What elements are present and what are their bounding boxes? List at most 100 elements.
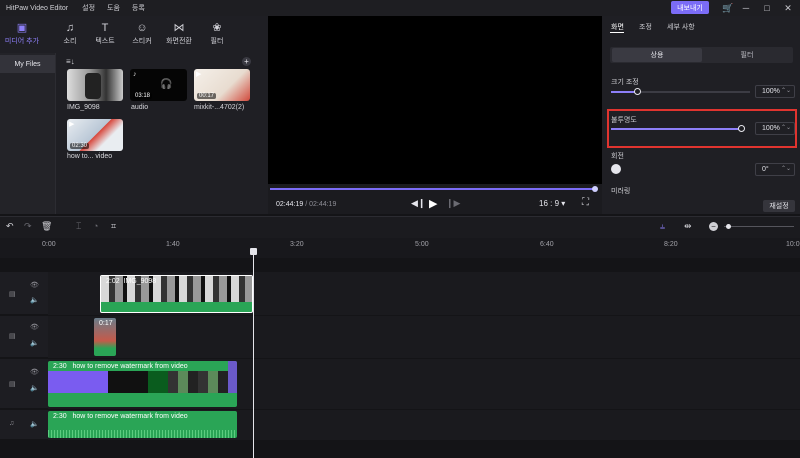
track-header-3 — [0, 359, 48, 409]
play-icon[interactable]: ▶ — [429, 197, 437, 210]
opacity-slider-knob[interactable] — [738, 125, 745, 132]
eye-icon[interactable]: 👁 — [30, 323, 39, 331]
segment-filter[interactable]: 필터 — [702, 48, 792, 62]
clip-mixkit[interactable]: 0:17 — [94, 318, 116, 356]
filter-icon: ❀ — [212, 22, 222, 34]
playhead-handle[interactable] — [250, 248, 257, 255]
split-icon[interactable]: ⌶ — [76, 221, 81, 232]
tab-details[interactable]: 세부 사항 — [667, 22, 695, 32]
rotate-dial[interactable] — [611, 164, 621, 174]
zoom-slider-knob[interactable] — [726, 224, 731, 229]
menu-register[interactable]: 등록 — [132, 3, 145, 13]
close-icon[interactable]: ✕ — [781, 1, 795, 15]
prev-frame-icon[interactable]: ◀❙ — [411, 198, 425, 209]
segment-common[interactable]: 상용 — [612, 48, 702, 62]
spinner-icon[interactable]: ⌃⌄ — [781, 87, 791, 94]
aspect-ratio-value: 16 : 9 — [539, 199, 560, 208]
scale-slider-knob[interactable] — [634, 88, 641, 95]
playback-progress[interactable] — [270, 188, 596, 190]
zoom-out-icon[interactable]: − — [709, 222, 718, 231]
menu-settings[interactable]: 설정 — [82, 3, 95, 13]
clip-video[interactable]: 2:30 how to remove watermark from video — [48, 361, 237, 407]
tick-label: 3:20 — [290, 241, 304, 248]
media-name-mixkit: mixkit-...4702(2) — [194, 104, 245, 111]
export-button[interactable]: 내보내기 — [671, 1, 709, 14]
tick-label: 8:20 — [664, 241, 678, 248]
scale-value: 100% — [762, 88, 780, 95]
current-time-value: 02:44:19 — [276, 201, 304, 208]
media-thumb-img[interactable] — [67, 69, 123, 101]
aspect-ratio-select[interactable]: 16 : 9 ▾ — [539, 199, 565, 208]
clip-duration: 0:17 — [99, 320, 113, 327]
speaker-icon[interactable]: 🔈 — [30, 296, 39, 304]
track-header-4 — [0, 410, 48, 440]
crop-icon[interactable]: ⌗ — [111, 221, 116, 232]
media-name-video: how to... video — [67, 153, 113, 160]
timeline-ruler[interactable] — [0, 238, 800, 258]
tab-adjust[interactable]: 조정 — [639, 22, 652, 32]
clip-label: 2:30 how to remove watermark from video — [53, 363, 188, 370]
tab-underline — [610, 32, 624, 33]
cart-icon[interactable]: 🛒 — [721, 1, 735, 15]
media-thumb-video[interactable]: ▶ 02:30 — [67, 119, 123, 151]
scale-input[interactable]: 100% ⌃⌄ — [755, 85, 795, 98]
spinner-icon[interactable]: ⌃⌄ — [781, 124, 791, 131]
spinner-icon[interactable]: ⌃⌄ — [781, 165, 791, 172]
media-thumb-audio[interactable]: ♪ 🎧 03:18 — [130, 69, 187, 101]
fit-icon[interactable]: ⇹ — [684, 221, 692, 232]
my-files-item[interactable]: My Files — [0, 55, 55, 73]
reset-button[interactable]: 재설정 — [763, 200, 795, 212]
track-header-1 — [0, 272, 48, 315]
eye-icon[interactable]: 👁 — [30, 281, 39, 289]
track-header-2 — [0, 316, 48, 358]
sort-icon[interactable]: ≡↓ — [66, 57, 75, 66]
progress-handle[interactable] — [592, 186, 598, 192]
tab-media[interactable]: ▣ 미디어 추가 — [0, 20, 44, 50]
maximize-icon[interactable]: □ — [760, 1, 774, 15]
speed-icon[interactable]: ◔ — [93, 221, 98, 231]
tab-filter[interactable]: ❀ 필터 — [195, 20, 239, 50]
file-sidebar — [0, 53, 56, 214]
redo-icon[interactable]: ↷ — [24, 221, 32, 232]
zoom-slider[interactable] — [724, 226, 794, 227]
speaker-icon[interactable]: 🔈 — [30, 339, 39, 347]
tick-label: 6:40 — [540, 241, 554, 248]
tick-label: 0:00 — [42, 241, 56, 248]
menu-help[interactable]: 도움 — [107, 3, 120, 13]
audio-note-icon: ♪ — [133, 71, 137, 78]
media-tabs: ▣ 미디어 추가 ♫ 소리 T 텍스트 ☺ 스티커 ⋈ 화면전환 ❀ 필터 — [0, 16, 268, 52]
speaker-icon[interactable]: 🔈 — [30, 420, 39, 428]
mirror-label: 미러링 — [611, 188, 631, 195]
clip-img9098[interactable]: 2:02 IMG_9098 — [100, 275, 253, 313]
rotate-input[interactable]: 0° ⌃⌄ — [755, 163, 795, 176]
music-track-icon: ♫ — [9, 420, 15, 427]
tab-media-label: 미디어 추가 — [4, 38, 40, 45]
opacity-slider[interactable] — [611, 128, 743, 130]
media-duration-audio: 03:18 — [133, 93, 153, 99]
opacity-input[interactable]: 100% ⌃⌄ — [755, 122, 795, 135]
play-small-icon: ▶ — [196, 71, 202, 78]
media-thumb-mixkit[interactable]: ▶ 00:17 — [194, 69, 250, 101]
headphones-icon: 🎧 — [160, 79, 173, 90]
delete-icon[interactable]: 🗑 — [41, 221, 52, 232]
undo-icon[interactable]: ↶ — [6, 221, 14, 232]
minimize-icon[interactable]: ─ — [739, 1, 753, 15]
tab-screen[interactable]: 화면 — [611, 22, 624, 32]
clip-duration: 2:02 IMG_9098 — [106, 278, 157, 285]
play-small-icon: ▶ — [69, 121, 75, 128]
playhead[interactable] — [253, 250, 254, 458]
fullscreen-icon[interactable]: ⛶ — [582, 197, 589, 208]
scale-slider[interactable] — [611, 91, 750, 93]
add-media-icon[interactable]: + — [242, 57, 251, 66]
current-time: 02:44:19 / 02:44:19 — [276, 201, 337, 208]
eye-icon[interactable]: 👁 — [30, 368, 39, 376]
film-icon: ▤ — [9, 381, 16, 388]
film-icon: ▤ — [9, 291, 16, 298]
scale-label: 크기 조정 — [611, 79, 639, 86]
clip-audio[interactable]: 2:30 how to remove watermark from video — [48, 411, 237, 438]
next-frame-icon[interactable]: ❙▶ — [446, 198, 460, 209]
app-title: HitPaw Video Editor — [6, 4, 69, 12]
total-time-value: 02:44:19 — [309, 201, 337, 208]
snap-icon[interactable]: ⫨ — [660, 221, 665, 232]
speaker-icon[interactable]: 🔈 — [30, 384, 39, 392]
